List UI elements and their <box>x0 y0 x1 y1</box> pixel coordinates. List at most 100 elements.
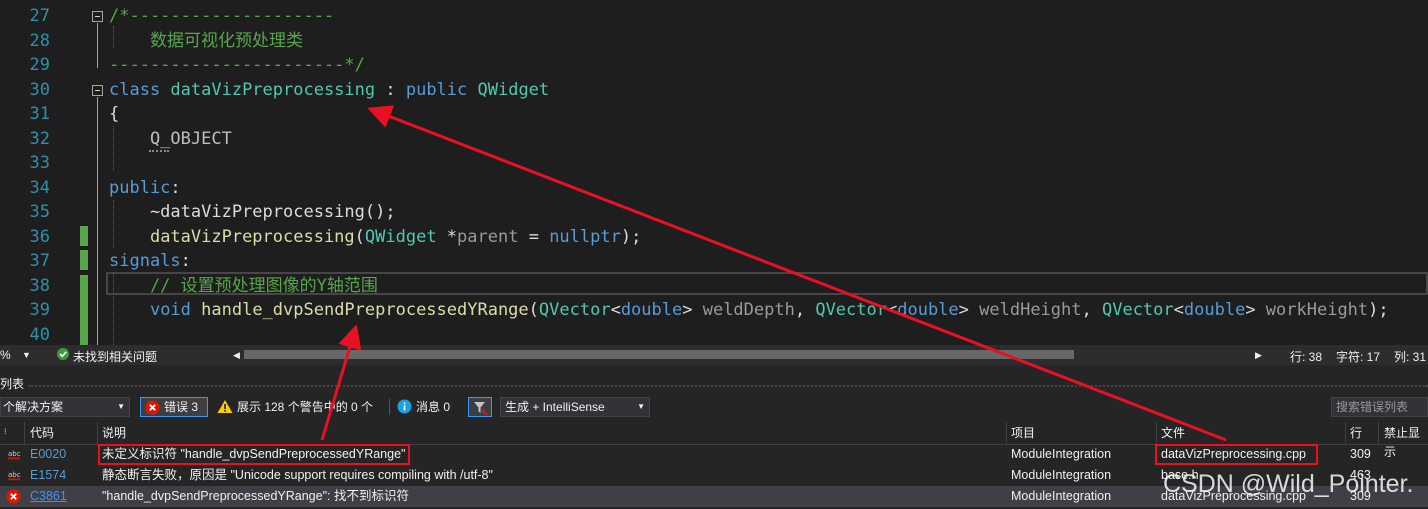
code-token: signals <box>109 251 181 271</box>
intellisense-error-icon: abc <box>7 465 21 486</box>
code-token: { <box>109 104 120 124</box>
line-number: 31 <box>29 104 50 124</box>
code-token: 数据可视化预处理类 <box>109 30 303 51</box>
errors-filter-button[interactable]: 错误 3 <box>140 397 208 417</box>
line-number: 28 <box>29 30 50 51</box>
code-token: -----------------------*/ <box>109 55 365 75</box>
search-placeholder: 搜索错误列表 <box>1336 400 1409 414</box>
code-line[interactable]: /*-------------------- <box>109 4 334 29</box>
squiggle-hint <box>149 150 169 152</box>
code-token: dataVizPreprocessing <box>149 226 355 247</box>
code-line[interactable]: public: <box>109 176 181 201</box>
code-line[interactable]: -----------------------*/ <box>109 53 365 78</box>
column-file[interactable]: 文件 <box>1161 424 1185 443</box>
column-separator[interactable] <box>1378 422 1379 444</box>
code-token: : <box>170 177 181 198</box>
code-line[interactable]: { <box>109 102 119 127</box>
code-line[interactable]: ~dataVizPreprocessing(); <box>109 200 396 225</box>
line-number: 27 <box>29 6 50 26</box>
toolbar-divider <box>389 399 390 415</box>
warnings-filter-button[interactable]: 展示 128 个警告中的 0 个 <box>216 397 386 417</box>
code-token: ( <box>354 226 365 247</box>
fold-toggle-icon[interactable] <box>92 85 103 96</box>
code-line[interactable]: signals: <box>109 249 191 274</box>
char-indicator: 字符: 17 <box>1336 350 1381 364</box>
messages-filter-button[interactable]: 消息 0 <box>396 397 458 417</box>
code-token: QWidget <box>477 79 550 100</box>
line-number: 35 <box>29 202 50 222</box>
error-project: ModuleIntegration <box>1011 447 1112 461</box>
code-line[interactable]: Q_OBJECT <box>109 127 232 152</box>
col-indicator: 列: 31 <box>1394 350 1427 364</box>
outline-line <box>97 97 98 345</box>
error-project: ModuleIntegration <box>1011 468 1112 482</box>
code-token: < <box>886 300 898 320</box>
horizontal-scrollbar[interactable] <box>244 350 1074 359</box>
zoom-level[interactable]: % <box>0 348 11 362</box>
code-token: public <box>405 79 478 100</box>
warnings-count: 展示 128 个警告中的 0 个 <box>237 400 374 414</box>
line-number: 38 <box>29 275 50 296</box>
column-header-row <box>0 422 1428 445</box>
code-line[interactable]: class dataVizPreprocessing : public QWid… <box>109 78 549 103</box>
scroll-left-icon[interactable]: ◀ <box>233 350 240 361</box>
column-separator[interactable] <box>1345 422 1346 444</box>
fold-toggle-icon[interactable] <box>92 11 103 22</box>
code-token: , <box>1081 300 1102 320</box>
code-token: // 设置预处理图像的Y轴范围 <box>109 275 378 296</box>
column-project[interactable]: 项目 <box>1011 424 1035 443</box>
line-number: 36 <box>29 226 50 247</box>
line-number: 39 <box>29 300 50 320</box>
column-description[interactable]: 说明 <box>102 424 126 443</box>
error-code-link[interactable]: C3861 <box>30 486 67 507</box>
code-token: double <box>620 300 683 320</box>
column-line[interactable]: 行 <box>1350 424 1362 443</box>
zoom-dropdown-icon[interactable]: ▼ <box>22 350 31 360</box>
column-separator[interactable] <box>1156 422 1157 444</box>
code-token: < <box>610 300 621 320</box>
column-suppress[interactable]: 禁止显示 <box>1384 424 1428 459</box>
code-token: nullptr <box>549 226 621 247</box>
sort-indicator-icon: ⁝ <box>4 427 7 436</box>
code-line[interactable]: void handle_dvpSendPreprocessedYRange(QV… <box>109 298 1389 323</box>
line-number: 32 <box>29 128 50 149</box>
column-separator[interactable] <box>97 422 98 444</box>
highlight-box <box>98 444 410 465</box>
code-token: ~dataVizPreprocessing(); <box>109 202 396 222</box>
code-token: Q_OBJECT <box>109 128 232 149</box>
search-error-list-input[interactable]: 搜索错误列表 <box>1331 397 1428 417</box>
code-editor[interactable]: 27 28 29 30 31 32 33 34 35 36 37 38 39 40 /*---------… <box>0 0 1428 345</box>
code-line[interactable]: 数据可视化预处理类 <box>109 29 303 54</box>
code-token: class <box>109 79 171 100</box>
code-token: QVector <box>815 300 887 320</box>
chevron-down-icon: ▼ <box>637 402 645 411</box>
error-code[interactable]: E0020 <box>30 444 66 465</box>
code-token: dataVizPreprocessing <box>170 79 376 100</box>
build-source-dropdown[interactable]: 生成 + IntelliSense ▼ <box>500 397 650 417</box>
column-code[interactable]: 代码 <box>30 424 54 443</box>
check-circle-icon <box>56 347 70 364</box>
scroll-right-icon[interactable]: ▶ <box>1255 350 1262 361</box>
filter-toggle-button[interactable] <box>468 397 492 417</box>
outline-line <box>97 23 98 68</box>
code-token: : <box>180 251 191 271</box>
title-grip <box>28 385 1428 387</box>
code-token: ( <box>528 300 539 320</box>
code-token: handle_dvpSendPreprocessedYRange <box>201 300 529 320</box>
code-line[interactable]: // 设置预处理图像的Y轴范围 <box>109 274 378 299</box>
column-separator[interactable] <box>1006 422 1007 444</box>
error-code[interactable]: E1574 <box>30 465 66 486</box>
issues-status[interactable]: 未找到相关问题 <box>73 348 157 365</box>
code-line[interactable]: dataVizPreprocessing(QWidget *parent = n… <box>109 225 641 250</box>
line-indicator: 行: 38 <box>1290 350 1323 364</box>
line-number: 40 <box>29 324 50 345</box>
panel-title: 列表 <box>0 377 25 391</box>
line-number: 30 <box>29 79 50 100</box>
scope-dropdown[interactable]: 个解决方案 ▼ <box>0 397 130 417</box>
error-line: 309 <box>1350 447 1371 461</box>
column-separator[interactable] <box>24 422 25 444</box>
code-token: = <box>518 226 550 247</box>
error-icon <box>6 486 21 507</box>
code-token: workHeight <box>1265 300 1369 320</box>
error-project: ModuleIntegration <box>1011 489 1112 503</box>
